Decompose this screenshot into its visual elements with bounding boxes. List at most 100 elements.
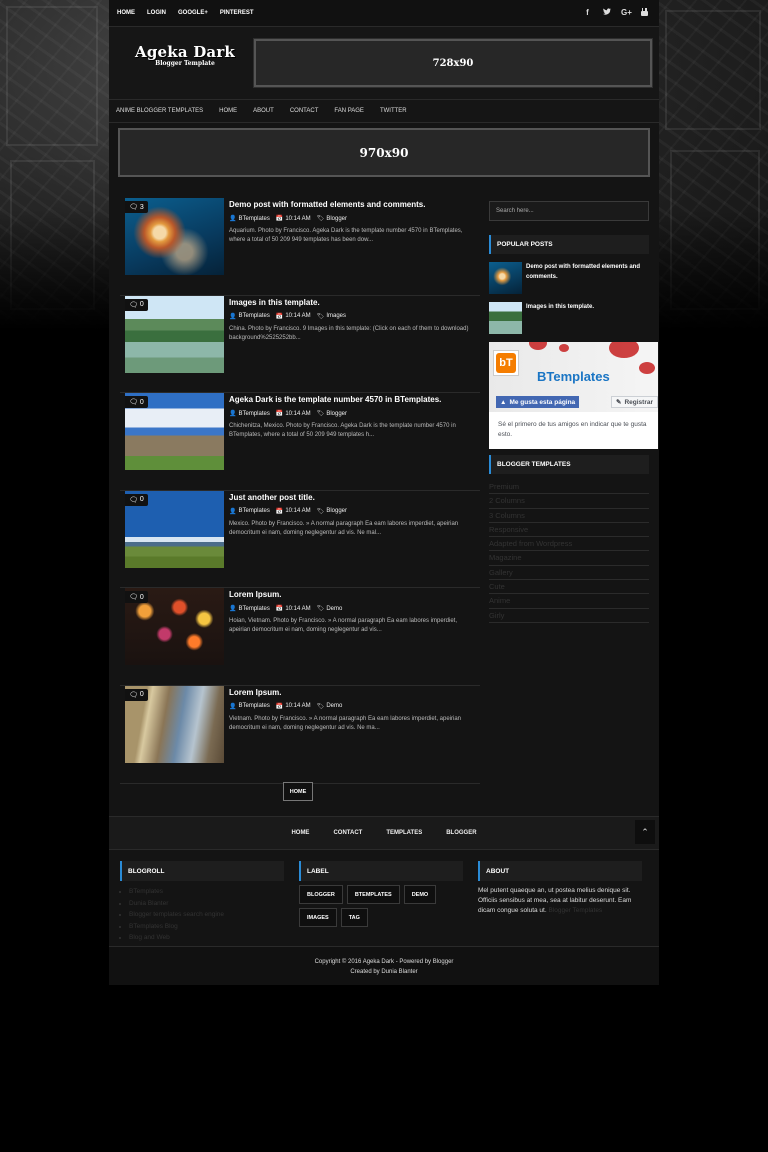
post-label[interactable]: Blogger (326, 508, 347, 514)
facebook-cover[interactable]: bT BTemplates ▲ Me gusta esta página ✎ Reg… (489, 342, 658, 412)
comment-count-badge[interactable]: 🗨 0 (125, 591, 148, 604)
post-time[interactable]: 10:14 AM (285, 703, 310, 709)
pagination-home-button[interactable]: HOME (283, 782, 313, 801)
post-label[interactable]: Images (326, 313, 346, 319)
footer-nav-home[interactable]: HOME (291, 830, 309, 836)
category-item[interactable]: Gallery (489, 566, 649, 581)
btemplates-logo-icon[interactable]: bT (493, 350, 519, 376)
footer-nav-templates[interactable]: TEMPLATES (386, 830, 422, 836)
post-author[interactable]: BTemplates (238, 508, 269, 514)
top-bar: HOME LOGIN GOOGLE+ PINTEREST f G+ (109, 0, 659, 27)
scroll-to-top-button[interactable]: ⌃ (635, 820, 655, 844)
post-time[interactable]: 10:14 AM (285, 606, 310, 612)
google-plus-icon[interactable]: G+ (621, 8, 632, 18)
facebook-page-widget: bT BTemplates ▲ Me gusta esta página ✎ Reg… (489, 342, 658, 449)
post-title[interactable]: Ageka Dark is the template number 4570 i… (229, 395, 474, 404)
category-item[interactable]: Magazine (489, 551, 649, 566)
comment-count-badge[interactable]: 🗨 0 (125, 493, 148, 506)
search-input[interactable]: Search here... (489, 201, 649, 221)
menu-item-twitter[interactable]: TWITTER (380, 108, 407, 114)
post-author[interactable]: BTemplates (238, 313, 269, 319)
category-item[interactable]: Adapted from Wordpress (489, 537, 649, 552)
post-time[interactable]: 10:14 AM (285, 411, 310, 417)
category-item[interactable]: Responsive (489, 523, 649, 538)
top-link-google-plus[interactable]: GOOGLE+ (178, 10, 208, 16)
category-item[interactable]: Girly (489, 609, 649, 623)
footer-nav-blogger[interactable]: BLOGGER (446, 830, 476, 836)
label-tag-tag[interactable]: TAG (340, 908, 368, 927)
post-author[interactable]: BTemplates (238, 606, 269, 612)
menu-item-about[interactable]: ABOUT (253, 108, 274, 114)
twitter-icon[interactable] (602, 8, 611, 18)
tag-icon: 🏷 (316, 216, 325, 222)
copyright-line: Copyright © 2016 Ageka Dark - Powered by… (314, 959, 454, 965)
label-tag-btemplates[interactable]: BTEMPLATES (346, 885, 400, 904)
menu-item-fan-page[interactable]: FAN PAGE (334, 108, 364, 114)
label-tag-blogger[interactable]: BLOGGER (299, 885, 343, 904)
blogroll-link[interactable]: BTemplates (129, 886, 284, 898)
category-item[interactable]: 2 Columns (489, 494, 649, 509)
facebook-like-button[interactable]: ▲ Me gusta esta página (496, 396, 580, 408)
footer-nav-contact[interactable]: CONTACT (333, 830, 362, 836)
top-link-home[interactable]: HOME (117, 10, 135, 16)
popular-post-title[interactable]: Images in this template. (526, 302, 594, 334)
category-item[interactable]: Anime (489, 594, 649, 609)
comment-count-badge[interactable]: 🗨 3 (125, 201, 148, 213)
facebook-page-name[interactable]: BTemplates (537, 369, 610, 384)
post-title[interactable]: Lorem Ipsum. (229, 688, 474, 697)
post-time[interactable]: 10:14 AM (285, 216, 310, 222)
menu-item-contact[interactable]: CONTACT (290, 108, 319, 114)
blogroll-link[interactable]: Dunia Blanter (129, 898, 284, 910)
about-link[interactable]: Blogger Templates (548, 907, 602, 914)
label-widget: LABEL BLOGGER BTEMPLATES DEMO IMAGES TAG (299, 861, 463, 927)
facebook-register-button[interactable]: ✎ Registrar (611, 396, 658, 408)
calendar-icon: 📅 (275, 313, 284, 320)
label-tag-images[interactable]: IMAGES (299, 908, 337, 927)
post-label[interactable]: Demo (326, 606, 342, 612)
popular-post-title[interactable]: Demo post with formatted elements and co… (526, 262, 649, 294)
menu-item-home[interactable]: HOME (219, 108, 237, 114)
site-logo[interactable]: Ageka Dark Blogger Template (123, 43, 247, 67)
post-author[interactable]: BTemplates (238, 703, 269, 709)
category-item[interactable]: 3 Columns (489, 509, 649, 523)
category-item[interactable]: Premium (489, 480, 649, 495)
post-author[interactable]: BTemplates (238, 411, 269, 417)
comment-count-badge[interactable]: 🗨 0 (125, 688, 148, 701)
blogroll-link[interactable]: Blogger templates search engine (129, 909, 284, 921)
comment-count-badge[interactable]: 🗨 0 (125, 396, 148, 409)
popular-post-thumbnail[interactable] (489, 262, 522, 294)
blogroll-link[interactable]: Blog and Web (129, 932, 284, 944)
popular-post-thumbnail[interactable] (489, 302, 522, 334)
post-summary: China. Photo by Francisco. 9 Images in t… (229, 325, 469, 341)
post-meta: 👤 BTemplates 📅 10:14 AM 🏷 Blogger (229, 410, 474, 418)
menu-item-anime-templates[interactable]: ANIME BLOGGER TEMPLATES (116, 108, 203, 114)
popular-post-item[interactable]: Images in this template. (489, 302, 649, 334)
category-item[interactable]: Cute (489, 580, 649, 595)
post-label[interactable]: Blogger (326, 216, 347, 222)
top-link-pinterest[interactable]: PINTEREST (220, 10, 254, 16)
ad-banner-wide[interactable]: 970x90 (118, 128, 650, 177)
post-time[interactable]: 10:14 AM (285, 313, 310, 319)
comments-icon: 🗨 (129, 594, 138, 602)
popular-post-item[interactable]: Demo post with formatted elements and co… (489, 262, 649, 294)
blogroll-link[interactable]: BTemplates Blog (129, 921, 284, 933)
post-title[interactable]: Lorem Ipsum. (229, 590, 474, 599)
post-title[interactable]: Images in this template. (229, 298, 474, 307)
post-title[interactable]: Demo post with formatted elements and co… (229, 200, 474, 209)
top-link-login[interactable]: LOGIN (147, 10, 166, 16)
ad-banner-top[interactable]: 728x90 (253, 38, 653, 88)
comment-count-badge[interactable]: 🗨 0 (125, 298, 148, 311)
post-meta: 👤 BTemplates 📅 10:14 AM 🏷 Blogger (229, 215, 474, 223)
post-time[interactable]: 10:14 AM (285, 508, 310, 514)
tag-icon: 🏷 (316, 703, 325, 710)
post-title[interactable]: Just another post title. (229, 493, 474, 502)
facebook-icon[interactable]: f (583, 8, 592, 18)
post-item: 🗨 0 Lorem Ipsum. 👤 BTemplates 📅 10:14 AM 🏷 D… (120, 685, 480, 784)
label-tag-demo[interactable]: DEMO (403, 885, 437, 904)
label-title: LABEL (299, 861, 463, 881)
post-label[interactable]: Blogger (326, 411, 347, 417)
post-author[interactable]: BTemplates (238, 216, 269, 222)
post-label[interactable]: Demo (326, 703, 342, 709)
post-summary: Vietnam. Photo by Francisco. » A normal … (229, 715, 462, 731)
youtube-icon[interactable] (640, 8, 649, 18)
